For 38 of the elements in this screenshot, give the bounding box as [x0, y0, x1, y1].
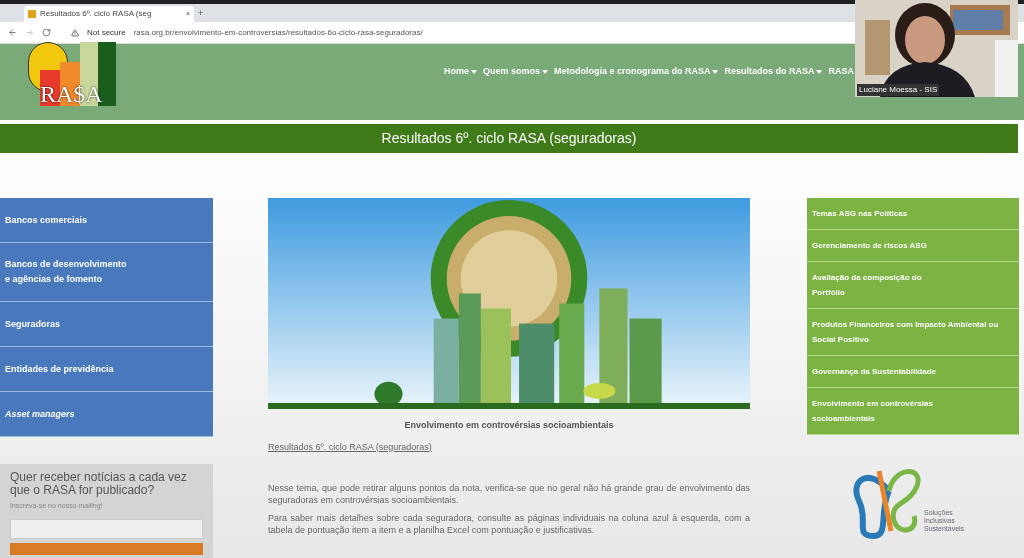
subscribe-button[interactable] — [10, 542, 203, 555]
forward-icon[interactable] — [25, 28, 34, 37]
sidebar-item[interactable]: Asset managers — [0, 392, 213, 437]
topic-menu-item[interactable]: Gerenciamento de riscos ASG — [807, 230, 1019, 262]
topic-menu-item[interactable]: Temas ASG nas Políticas — [807, 198, 1019, 230]
body-paragraph: Nesse tema, que pode retirar alguns pontos da nota, verifica-se que no geral não há grande grau de envolvimento das seguradoras em controvérsias socioambientais. — [268, 482, 750, 506]
address-field[interactable]: rasa.org.br/envolvimento-em-controversias/resultados-6o-ciclo-rasa-seguradoras/ — [133, 26, 423, 39]
page-title: Resultados 6º. ciclo RASA (seguradoras) — [381, 129, 637, 148]
caret-icon — [541, 70, 548, 74]
newsletter-heading: Quer receber notícias a cada vez que o RASA for publicado? — [10, 471, 188, 497]
sidebar-item[interactable]: Entidades de previdência — [0, 347, 213, 392]
topic-menu-item[interactable]: Governança da Sustentabilidade — [807, 356, 1019, 388]
sidebar-item[interactable]: Bancos comerciais — [0, 198, 213, 243]
image-caption: Envolvimento em controvérsias socioambientais — [403, 419, 615, 432]
speaker-name: Luciane Moessa - SIS — [857, 84, 940, 96]
reload-icon[interactable] — [42, 28, 51, 37]
sidebar-item[interactable]: Seguradoras — [0, 302, 213, 347]
caret-icon — [712, 70, 719, 74]
sidebar-item[interactable]: Bancos de desenvolvimento e agências de fomento — [0, 243, 213, 302]
nav-link[interactable]: Resultados do RASA — [724, 65, 823, 79]
nav-link[interactable]: RASA — [828, 65, 854, 79]
results-link[interactable]: Resultados 6º. ciclo RASA (seguradoras) — [268, 440, 432, 454]
nav-link[interactable]: Metodologia e cronograma do RASA — [553, 65, 719, 79]
body-paragraph: Para saber mais detalhes sobre cada seguradora, consulte as páginas individuais na coluna azul à esquerda, com a tabela de pontuação item a item e a planilha Excel com pontuação e justificativas. — [268, 512, 750, 536]
tab-title: Resultados 6º. ciclo RASA (seg — [40, 8, 153, 20]
nav-link[interactable]: Quem somos — [482, 65, 548, 79]
favicon-icon — [28, 10, 36, 18]
caret-icon — [470, 70, 477, 74]
topic-menu-item[interactable]: Envolvimento em controvérsias socioambientais — [807, 388, 1019, 435]
email-field[interactable] — [10, 518, 203, 539]
caret-icon — [816, 70, 823, 74]
new-tab-button[interactable]: + — [198, 6, 204, 20]
nav-link[interactable]: Home — [443, 65, 477, 79]
back-icon[interactable] — [8, 28, 17, 37]
topic-menu-item[interactable]: Avaliação da composição do Portfólio — [807, 262, 1019, 309]
warning-icon — [71, 28, 79, 37]
topic-menu-item[interactable]: Produtos Financeiros com Impacto Ambiental ou Social Positivo — [807, 309, 1019, 356]
security-label[interactable]: Not secure — [87, 26, 126, 39]
